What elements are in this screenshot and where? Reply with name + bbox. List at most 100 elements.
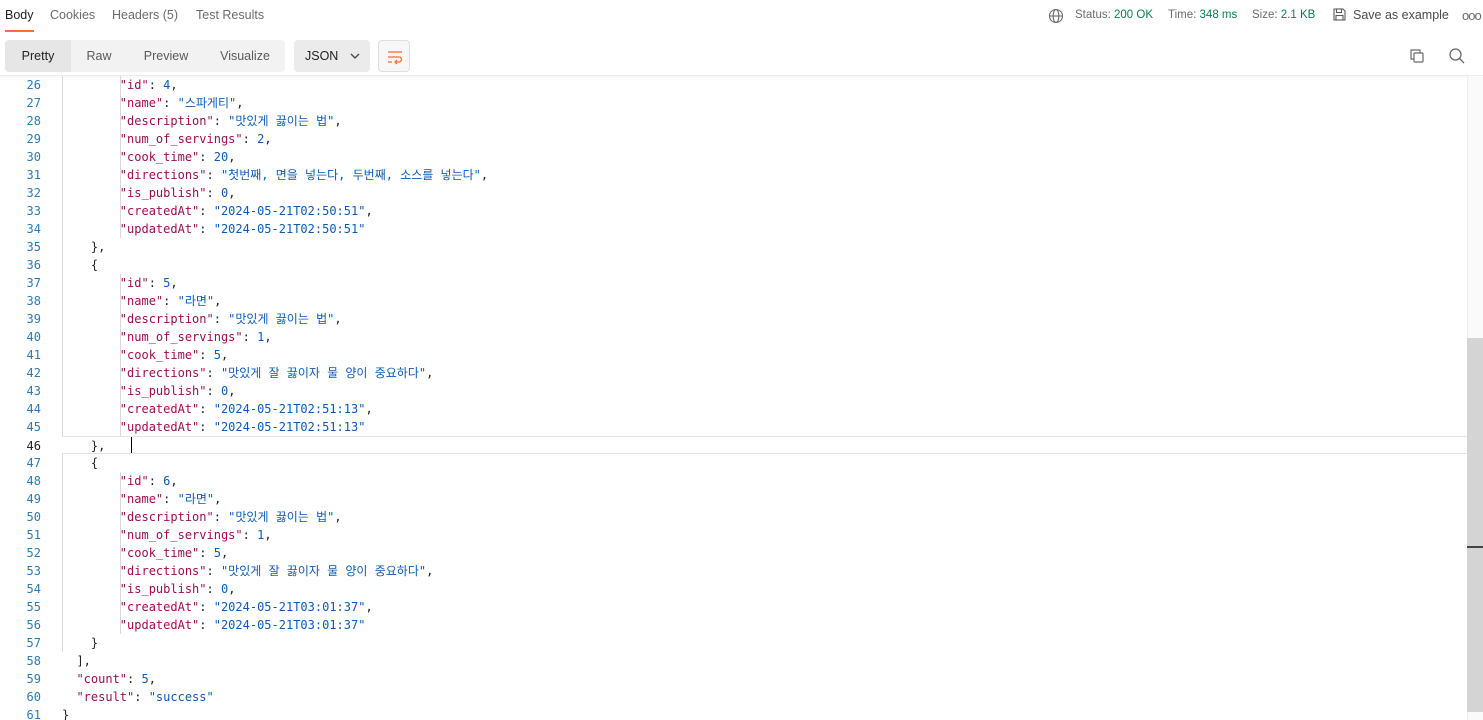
code-line[interactable]: 32 "is_publish": 0, <box>0 184 1467 202</box>
code-line[interactable]: 53 "directions": "맛있게 잘 끓이자 물 양이 중요하다", <box>0 562 1467 580</box>
code-line[interactable]: 61} <box>0 706 1467 720</box>
line-number: 32 <box>26 186 41 200</box>
code-line[interactable]: 37 "id": 5, <box>0 274 1467 292</box>
scrollbar-thumb[interactable] <box>1467 338 1483 712</box>
line-number: 50 <box>26 510 41 524</box>
code-text: "num_of_servings": 1, <box>119 330 272 344</box>
code-line[interactable]: 56 "updatedAt": "2024-05-21T03:01:37" <box>0 616 1467 634</box>
line-number: 31 <box>26 168 41 182</box>
code-line[interactable]: 44 "createdAt": "2024-05-21T02:51:13", <box>0 400 1467 418</box>
status-value: 200 OK <box>1114 9 1154 21</box>
time-value: 348 ms <box>1199 9 1238 21</box>
code-text: "description": "맛있게 끓이는 법", <box>119 510 342 524</box>
code-line[interactable]: 31 "directions": "첫번째, 면을 넣는다, 두번째, 소스를 … <box>0 166 1467 184</box>
code-text: "name": "라면", <box>119 492 222 506</box>
size-readout[interactable]: Size: 2.1 KB <box>1252 9 1315 21</box>
tab-test-results[interactable]: Test Results <box>196 8 264 22</box>
code-text: ], <box>62 654 91 668</box>
view-preview-button[interactable]: Preview <box>127 40 205 72</box>
code-line[interactable]: 34 "updatedAt": "2024-05-21T02:50:51" <box>0 220 1467 238</box>
code-line[interactable]: 49 "name": "라면", <box>0 490 1467 508</box>
line-number: 44 <box>26 402 41 416</box>
line-number: 55 <box>26 600 41 614</box>
code-line[interactable]: 30 "cook_time": 20, <box>0 148 1467 166</box>
code-line[interactable]: 36 { <box>0 256 1467 274</box>
line-number: 30 <box>26 150 41 164</box>
code-text: "updatedAt": "2024-05-21T02:50:51" <box>119 222 366 236</box>
code-line[interactable]: 42 "directions": "맛있게 잘 끓이자 물 양이 중요하다", <box>0 364 1467 382</box>
code-text: "createdAt": "2024-05-21T02:50:51", <box>119 204 373 218</box>
code-text: "is_publish": 0, <box>119 186 236 200</box>
code-text: "name": "스파게티", <box>119 96 244 110</box>
response-body-editor[interactable]: 26 "id": 4, 27 "name": "스파게티", 28 "descrip… <box>0 76 1467 720</box>
line-number: 54 <box>26 582 41 596</box>
code-line[interactable]: 40 "num_of_servings": 1, <box>0 328 1467 346</box>
code-line[interactable]: 38 "name": "라면", <box>0 292 1467 310</box>
code-line[interactable]: 58 ], <box>0 652 1467 670</box>
code-line[interactable]: 43 "is_publish": 0, <box>0 382 1467 400</box>
tab-headers[interactable]: Headers (5) <box>112 8 178 22</box>
wrap-lines-button[interactable] <box>378 40 410 72</box>
code-line[interactable]: 28 "description": "맛있게 끓이는 법", <box>0 112 1467 130</box>
status-readout[interactable]: Status: 200 OK <box>1075 9 1153 21</box>
code-line[interactable]: 41 "cook_time": 5, <box>0 346 1467 364</box>
code-line[interactable]: 51 "num_of_servings": 1, <box>0 526 1467 544</box>
chevron-down-icon <box>350 53 360 59</box>
copy-icon[interactable] <box>1408 47 1426 65</box>
code-text: } <box>62 636 99 650</box>
code-line[interactable]: 59 "count": 5, <box>0 670 1467 688</box>
line-number: 49 <box>26 492 41 506</box>
code-line[interactable]: 52 "cook_time": 5, <box>0 544 1467 562</box>
code-line[interactable]: 26 "id": 4, <box>0 76 1467 94</box>
time-readout[interactable]: Time: 348 ms <box>1168 9 1237 21</box>
size-label: Size: <box>1252 9 1278 21</box>
active-tab-indicator <box>5 30 34 32</box>
line-number: 43 <box>26 384 41 398</box>
line-number: 48 <box>26 474 41 488</box>
line-number: 45 <box>26 420 41 434</box>
code-line[interactable]: 55 "createdAt": "2024-05-21T03:01:37", <box>0 598 1467 616</box>
more-options-icon[interactable]: ooo <box>1462 8 1482 23</box>
tab-body[interactable]: Body <box>5 8 34 22</box>
code-text: "num_of_servings": 1, <box>119 528 272 542</box>
code-text: }, <box>62 240 106 254</box>
code-line[interactable]: 54 "is_publish": 0, <box>0 580 1467 598</box>
line-number: 53 <box>26 564 41 578</box>
code-text: "directions": "맛있게 잘 끓이자 물 양이 중요하다", <box>119 564 434 578</box>
line-number: 36 <box>26 258 41 272</box>
code-line[interactable]: 48 "id": 6, <box>0 472 1467 490</box>
line-number: 47 <box>26 456 41 470</box>
code-line[interactable]: 33 "createdAt": "2024-05-21T02:50:51", <box>0 202 1467 220</box>
globe-icon[interactable] <box>1048 8 1064 24</box>
line-number: 51 <box>26 528 41 542</box>
view-raw-button[interactable]: Raw <box>71 40 127 72</box>
line-number: 52 <box>26 546 41 560</box>
code-text: "description": "맛있게 끓이는 법", <box>119 312 342 326</box>
view-pretty-button[interactable]: Pretty <box>5 40 71 72</box>
save-as-example-button[interactable]: Save as example <box>1332 7 1449 22</box>
view-visualize-button[interactable]: Visualize <box>205 40 285 72</box>
code-text: "num_of_servings": 2, <box>119 132 272 146</box>
code-line[interactable]: 35 }, <box>0 238 1467 256</box>
search-icon[interactable] <box>1448 47 1466 65</box>
line-number: 56 <box>26 618 41 632</box>
code-line[interactable]: 50 "description": "맛있게 끓이는 법", <box>0 508 1467 526</box>
code-text: "updatedAt": "2024-05-21T02:51:13" <box>119 420 366 434</box>
code-line[interactable]: 47 { <box>0 454 1467 472</box>
format-select-value: JSON <box>305 49 339 63</box>
code-text: "directions": "맛있게 잘 끓이자 물 양이 중요하다", <box>119 366 434 380</box>
view-mode-group: Pretty Raw Preview Visualize <box>5 40 285 72</box>
code-text: "is_publish": 0, <box>119 384 236 398</box>
code-line[interactable]: 60 "result": "success" <box>0 688 1467 706</box>
code-line[interactable]: 57 } <box>0 634 1467 652</box>
code-line[interactable]: 46 }, <box>27 436 1467 454</box>
line-number: 39 <box>26 312 41 326</box>
code-line[interactable]: 29 "num_of_servings": 2, <box>0 130 1467 148</box>
format-select[interactable]: JSON <box>294 40 370 72</box>
code-text: "id": 5, <box>119 276 178 290</box>
code-line[interactable]: 27 "name": "스파게티", <box>0 94 1467 112</box>
code-line[interactable]: 39 "description": "맛있게 끓이는 법", <box>0 310 1467 328</box>
code-line[interactable]: 45 "updatedAt": "2024-05-21T02:51:13" <box>0 418 1467 436</box>
tab-cookies[interactable]: Cookies <box>50 8 95 22</box>
status-label: Status: <box>1075 9 1111 21</box>
